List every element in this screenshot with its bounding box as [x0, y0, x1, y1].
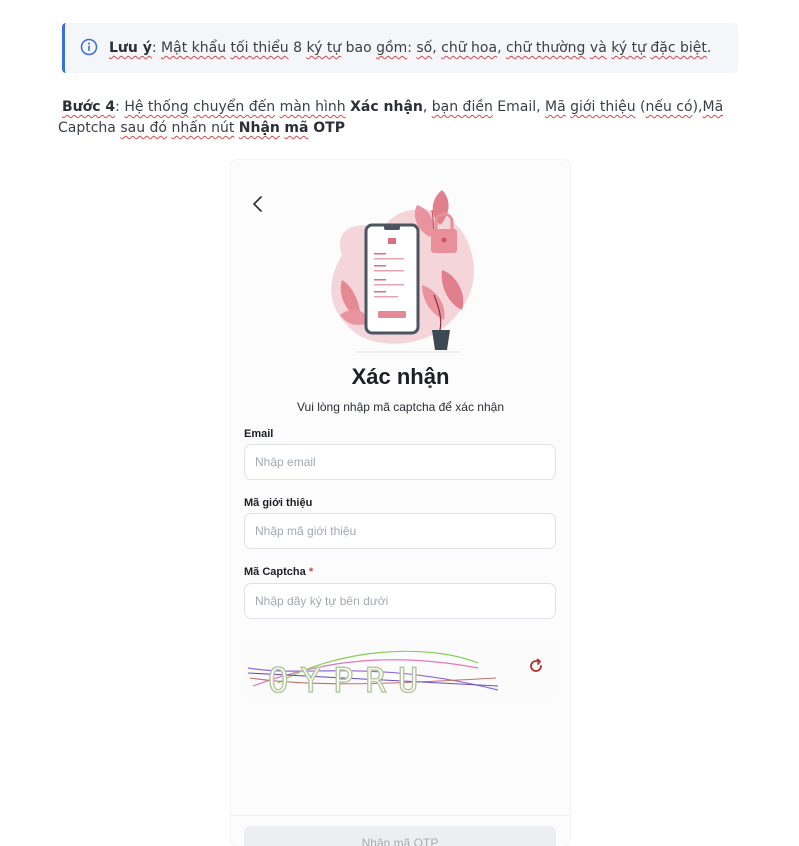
note-word: chữ hoa	[441, 40, 498, 56]
note-text: Lưu ý: Mật khẩu tối thiểu 8 ký tự bao gồ…	[109, 39, 711, 57]
note-word: 8	[288, 40, 307, 56]
required-mark: *	[308, 566, 314, 578]
step-word: Mã	[702, 99, 724, 115]
captcha-label-text: Mã Captcha	[244, 566, 306, 578]
referral-label: Mã giới thiệu	[244, 497, 313, 509]
step-word: bạn điền	[431, 99, 493, 115]
referral-code-field[interactable]: Nhập mã giới thiệu	[244, 513, 556, 549]
note-word: ,	[497, 40, 506, 56]
verification-screen: Xác nhận Vui lòng nhập mã captcha để xác…	[231, 160, 570, 846]
note-word: bao	[341, 40, 377, 56]
step-bold: Nhận	[238, 120, 280, 136]
refresh-icon[interactable]	[528, 658, 544, 674]
note-colon: :	[151, 40, 162, 56]
note-word: gồm	[376, 40, 408, 56]
captcha-image: OYPRU	[248, 650, 498, 698]
step-word: giới thiệu	[570, 99, 636, 115]
note-word: ký tự	[611, 40, 646, 56]
step-bold: mã	[284, 120, 309, 136]
note-word: :	[407, 40, 417, 56]
page-subtitle: Vui lòng nhập mã captcha để xác nhận	[296, 400, 505, 414]
note-word: Mật khẩu	[161, 40, 227, 56]
note-word: đặc biệt	[650, 40, 707, 56]
note-word: chữ thường	[505, 40, 586, 56]
note-word: ký tự	[306, 40, 342, 56]
email-label: Email	[244, 428, 274, 440]
step-4-text: Bước 4: Hệ thống chuyển đến màn hình Xác…	[58, 97, 742, 139]
step-word: Hệ thống	[124, 99, 189, 115]
divider	[356, 351, 460, 353]
step-word: ),	[692, 99, 703, 115]
step-word: sau đó	[120, 120, 167, 136]
note-word: ,	[432, 40, 442, 56]
captcha-field[interactable]: Nhập dãy ký tự bên dưới	[244, 583, 556, 619]
email-field[interactable]: Nhập email	[244, 444, 556, 480]
chevron-left-icon[interactable]	[251, 195, 265, 213]
step-bold: Xác nhận	[350, 99, 423, 115]
info-icon	[80, 38, 98, 56]
step-word: nhấn nút	[171, 120, 235, 136]
info-note: Lưu ý: Mật khẩu tối thiểu 8 ký tự bao gồ…	[62, 23, 738, 73]
step-word: Email,	[492, 99, 546, 115]
step-word: màn hình	[279, 99, 346, 115]
note-word: số	[416, 40, 433, 56]
phone-security-illustration	[331, 190, 474, 350]
note-word: tối thiểu	[230, 40, 289, 56]
step-word: :	[115, 99, 125, 115]
captcha-characters: OYPRU	[268, 661, 430, 698]
step-word: nếu có	[645, 99, 693, 115]
step-word: chuyển đến	[193, 99, 276, 115]
step-word: ,	[422, 99, 432, 115]
step-word: Mã	[545, 99, 566, 115]
captcha-area: OYPRU	[244, 640, 556, 700]
note-word: và	[589, 40, 607, 56]
step-word: (	[635, 99, 646, 115]
note-word: .	[706, 40, 712, 56]
get-otp-button[interactable]: Nhận mã OTP	[244, 826, 556, 846]
step-word: Captcha	[58, 120, 121, 136]
page-title: Xác nhận	[351, 364, 450, 389]
footer-divider	[231, 815, 570, 816]
step-bold: OTP	[308, 120, 345, 136]
step-label: Bước 4	[62, 99, 116, 115]
note-label: Lưu ý	[109, 40, 152, 56]
captcha-label: Mã Captcha *	[244, 566, 313, 578]
